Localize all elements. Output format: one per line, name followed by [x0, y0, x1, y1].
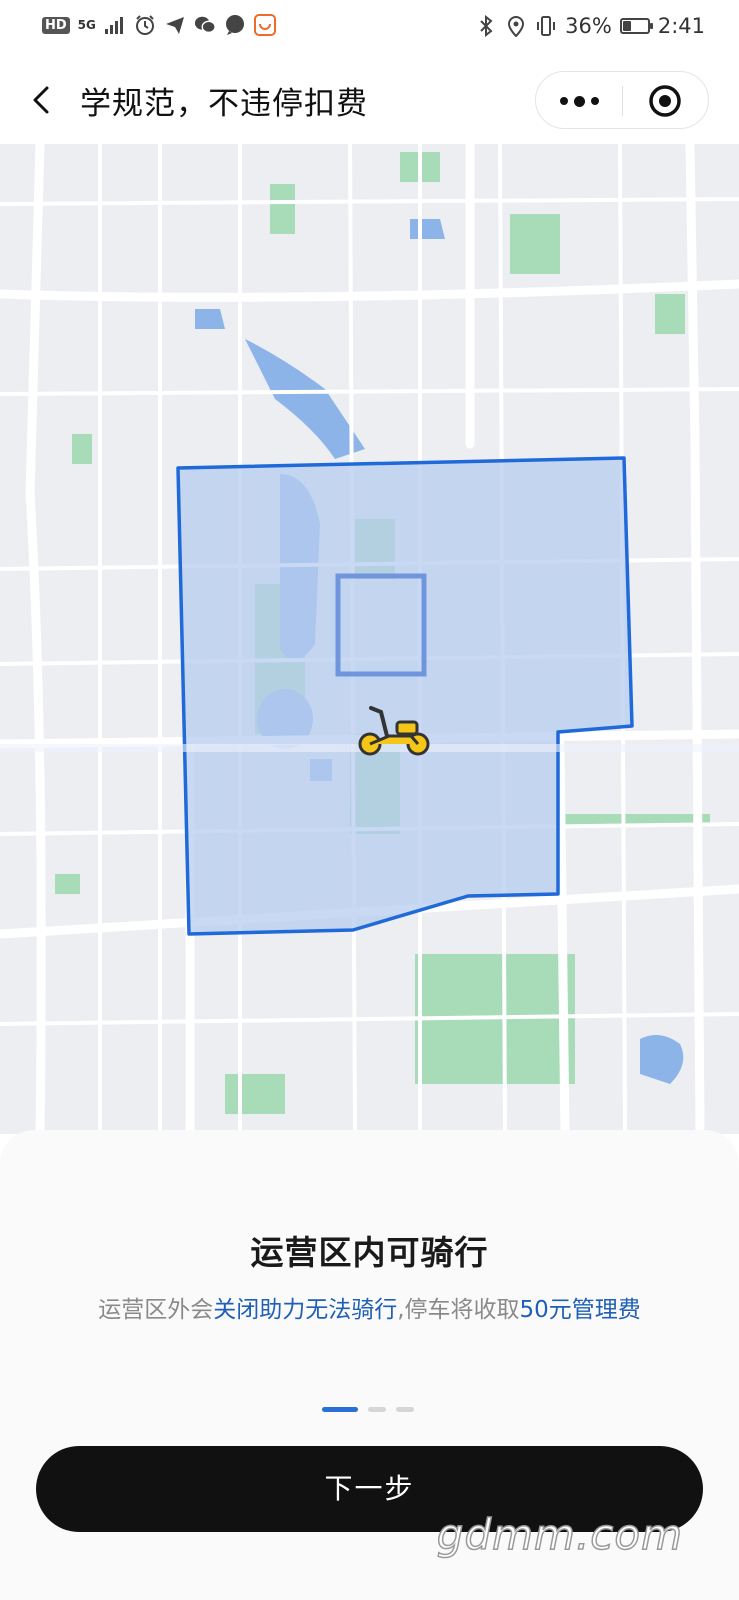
page-dot — [396, 1407, 414, 1412]
desc-text: ,停车将收取 — [397, 1297, 520, 1323]
mini-program-capsule — [535, 71, 709, 129]
desc-highlight: 50元管理费 — [519, 1297, 641, 1323]
desc-highlight: 关闭助力无法骑行 — [213, 1297, 398, 1323]
wechat-icon — [194, 14, 216, 36]
page-dot — [368, 1407, 386, 1412]
hd-badge: HD — [42, 16, 70, 34]
status-bar: HD 5G 36% 2:41 — [0, 0, 739, 56]
status-left-icons: HD 5G — [42, 14, 276, 36]
clock: 2:41 — [657, 14, 705, 38]
battery-percent: 36% — [565, 14, 612, 38]
signal-icon — [104, 14, 126, 36]
sheet-description: 运营区外会关闭助力无法骑行,停车将收取50元管理费 — [0, 1290, 739, 1324]
desc-text: 运营区外会 — [98, 1297, 214, 1323]
map[interactable] — [0, 144, 739, 1134]
dot — [590, 97, 599, 105]
nav-bar: 学规范，不违停扣费 — [0, 56, 739, 144]
didi-icon — [253, 14, 276, 36]
status-right-icons: 36% 2:41 — [475, 14, 705, 38]
target-icon — [649, 85, 681, 117]
location-icon — [505, 15, 527, 37]
bluetooth-icon — [475, 15, 497, 37]
send-icon — [164, 14, 186, 36]
close-mini-program-button[interactable] — [622, 72, 708, 130]
network-type: 5G — [77, 17, 96, 32]
dot — [559, 97, 568, 105]
alarm-icon — [134, 14, 156, 36]
vibrate-icon — [535, 15, 557, 37]
battery-level — [622, 21, 631, 31]
back-button[interactable] — [22, 80, 62, 120]
watermark: gdmm.com — [436, 1509, 683, 1560]
map-canvas — [0, 144, 739, 1134]
sheet-title: 运营区内可骑行 — [250, 1233, 489, 1272]
page-indicator — [322, 1407, 414, 1412]
dot — [573, 95, 585, 107]
chevron-left-icon — [33, 86, 49, 114]
page-title: 学规范，不违停扣费 — [80, 86, 368, 122]
message-icon — [224, 14, 246, 36]
page-dot — [322, 1407, 358, 1412]
more-button[interactable] — [536, 72, 622, 130]
battery-icon — [619, 18, 653, 34]
